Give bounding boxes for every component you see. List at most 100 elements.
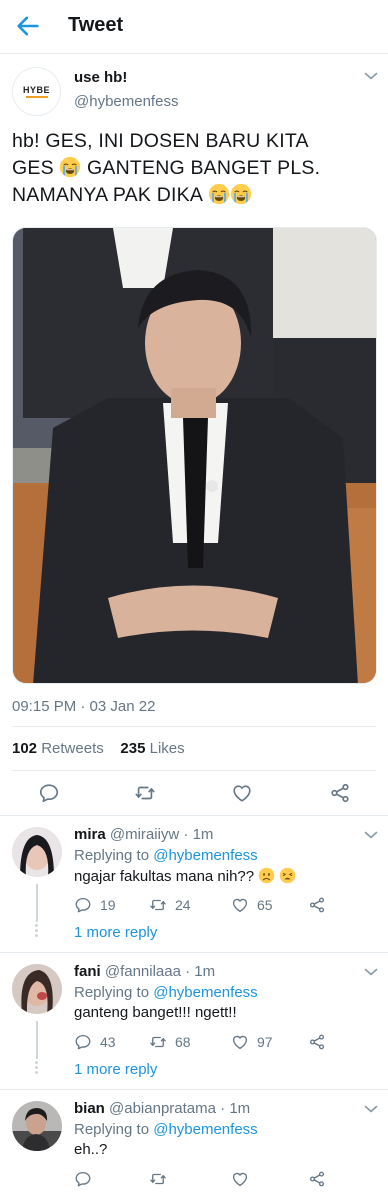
like-button[interactable]: 65 <box>231 896 273 914</box>
worried-face-icon <box>258 867 275 884</box>
share-icon[interactable] <box>329 782 351 804</box>
reply-author: fani @fannilaaa · 1m <box>74 963 215 980</box>
retweet-icon <box>149 1170 167 1188</box>
replying-prefix: Replying to <box>74 847 150 864</box>
reply-time: · 1m <box>185 963 216 980</box>
retweet-icon <box>149 1033 167 1051</box>
share-button[interactable] <box>308 896 334 914</box>
weary-face-icon <box>279 867 296 884</box>
more-reply-link[interactable]: 1 more reply <box>74 1061 157 1078</box>
reply-actions <box>74 1170 374 1190</box>
replying-to: Replying to @hybemenfess <box>74 984 258 1001</box>
mention-link[interactable]: @hybemenfess <box>153 1121 257 1138</box>
reply-author: bian @abianpratama · 1m <box>74 1100 250 1117</box>
reply-button[interactable]: 19 <box>74 896 116 914</box>
tweet-text-line-3: NAMANYA PAK DIKA <box>12 182 380 209</box>
retweets-label: Retweets <box>41 740 104 757</box>
loudly-crying-face-icon <box>59 156 81 178</box>
reply-button[interactable] <box>74 1170 100 1188</box>
tweet-text-line-2-rest: GANTENG BANGET PLS. <box>87 157 321 179</box>
reply-handle[interactable]: @miraiiyw <box>110 826 179 843</box>
retweet-button[interactable] <box>149 1170 175 1188</box>
reply-time: · 1m <box>183 826 214 843</box>
chevron-down-icon[interactable] <box>364 1104 378 1114</box>
thread-line <box>36 884 38 922</box>
share-icon <box>308 896 326 914</box>
likes-stat[interactable]: 235 Likes <box>120 740 184 757</box>
retweet-count: 68 <box>175 1034 191 1050</box>
avatar-logo-underline <box>25 96 48 98</box>
reply-time: · 1m <box>220 1100 251 1117</box>
reply-icon <box>74 896 92 914</box>
reply-text: eh..? <box>74 1141 108 1158</box>
reply-handle[interactable]: @fannilaaa <box>105 963 181 980</box>
tweet-text-line-2-text: GES <box>12 157 54 179</box>
retweet-icon <box>149 896 167 914</box>
author-handle[interactable]: @hybemenfess <box>74 93 178 110</box>
retweet-icon[interactable] <box>134 782 156 804</box>
divider <box>12 726 376 727</box>
like-count: 65 <box>257 897 273 913</box>
more-reply-link[interactable]: 1 more reply <box>74 924 157 941</box>
likes-count: 235 <box>120 740 146 757</box>
heart-icon[interactable] <box>231 782 253 804</box>
reply-handle[interactable]: @abianpratama <box>109 1100 216 1117</box>
retweets-stat[interactable]: 102 Retweets <box>12 740 104 757</box>
reply-actions: 43 68 97 <box>74 1033 374 1053</box>
reply-button[interactable]: 43 <box>74 1033 116 1051</box>
tweet-photo[interactable] <box>12 227 377 684</box>
tweet-text-line-1: hb! GES, INI DOSEN BARU KITA <box>12 130 309 152</box>
reply-author: mira @miraiiyw · 1m <box>74 826 213 843</box>
retweet-button[interactable]: 68 <box>149 1033 191 1051</box>
reply-text: ganteng banget!!! ngett!! <box>74 1004 237 1021</box>
avatar[interactable] <box>12 827 62 877</box>
chevron-down-icon[interactable] <box>364 830 378 840</box>
replying-to: Replying to @hybemenfess <box>74 847 258 864</box>
share-button[interactable] <box>308 1033 334 1051</box>
reply-text-content: ngajar fakultas mana nih?? <box>74 868 255 885</box>
tweet-text-line-2: GES GANTENG BANGET PLS. <box>12 155 380 182</box>
author-display-name[interactable]: use hb! <box>74 69 127 86</box>
thread-dots <box>35 1059 39 1076</box>
like-button[interactable] <box>231 1170 257 1188</box>
reply-icon <box>74 1170 92 1188</box>
divider <box>12 770 376 771</box>
tweet-actions <box>0 774 388 814</box>
reply-count: 19 <box>100 897 116 913</box>
page-title: Tweet <box>68 14 124 36</box>
avatar[interactable] <box>12 1101 62 1151</box>
reply-display-name[interactable]: fani <box>74 963 101 980</box>
share-button[interactable] <box>308 1170 334 1188</box>
thread-line <box>36 1021 38 1059</box>
avatar[interactable] <box>12 964 62 1014</box>
chevron-down-icon[interactable] <box>364 71 378 81</box>
reply-display-name[interactable]: bian <box>74 1100 105 1117</box>
share-icon <box>308 1033 326 1051</box>
heart-icon <box>231 1033 249 1051</box>
loudly-crying-face-icon <box>230 183 252 205</box>
tweet-timestamp[interactable]: 09:15 PM · 03 Jan 22 <box>12 698 155 715</box>
likes-label: Likes <box>149 740 185 757</box>
like-button[interactable]: 97 <box>231 1033 273 1051</box>
reply-icon[interactable] <box>38 782 60 804</box>
retweet-count: 24 <box>175 897 191 913</box>
loudly-crying-face-icon <box>208 183 230 205</box>
reply-item[interactable]: fani @fannilaaa · 1m Replying to @hybeme… <box>0 952 388 1089</box>
arrow-left-icon[interactable] <box>14 12 42 40</box>
reply-display-name[interactable]: mira <box>74 826 106 843</box>
mention-link[interactable]: @hybemenfess <box>153 847 257 864</box>
retweet-button[interactable]: 24 <box>149 896 191 914</box>
tweet-text: hb! GES, INI DOSEN BARU KITA GES GANTENG… <box>12 128 380 209</box>
app-header: Tweet <box>0 0 388 54</box>
reply-item[interactable]: mira @miraiiyw · 1m Replying to @hybemen… <box>0 815 388 952</box>
heart-icon <box>231 1170 249 1188</box>
retweets-count: 102 <box>12 740 38 757</box>
chevron-down-icon[interactable] <box>364 967 378 977</box>
tweet-author: HYBE use hb! @hybemenfess <box>0 55 388 117</box>
author-avatar[interactable]: HYBE <box>12 67 61 116</box>
tweet-text-line-3-text: NAMANYA PAK DIKA <box>12 184 202 206</box>
reply-icon <box>74 1033 92 1051</box>
reply-item[interactable]: bian @abianpratama · 1m Replying to @hyb… <box>0 1089 388 1200</box>
share-icon <box>308 1170 326 1188</box>
mention-link[interactable]: @hybemenfess <box>153 984 257 1001</box>
